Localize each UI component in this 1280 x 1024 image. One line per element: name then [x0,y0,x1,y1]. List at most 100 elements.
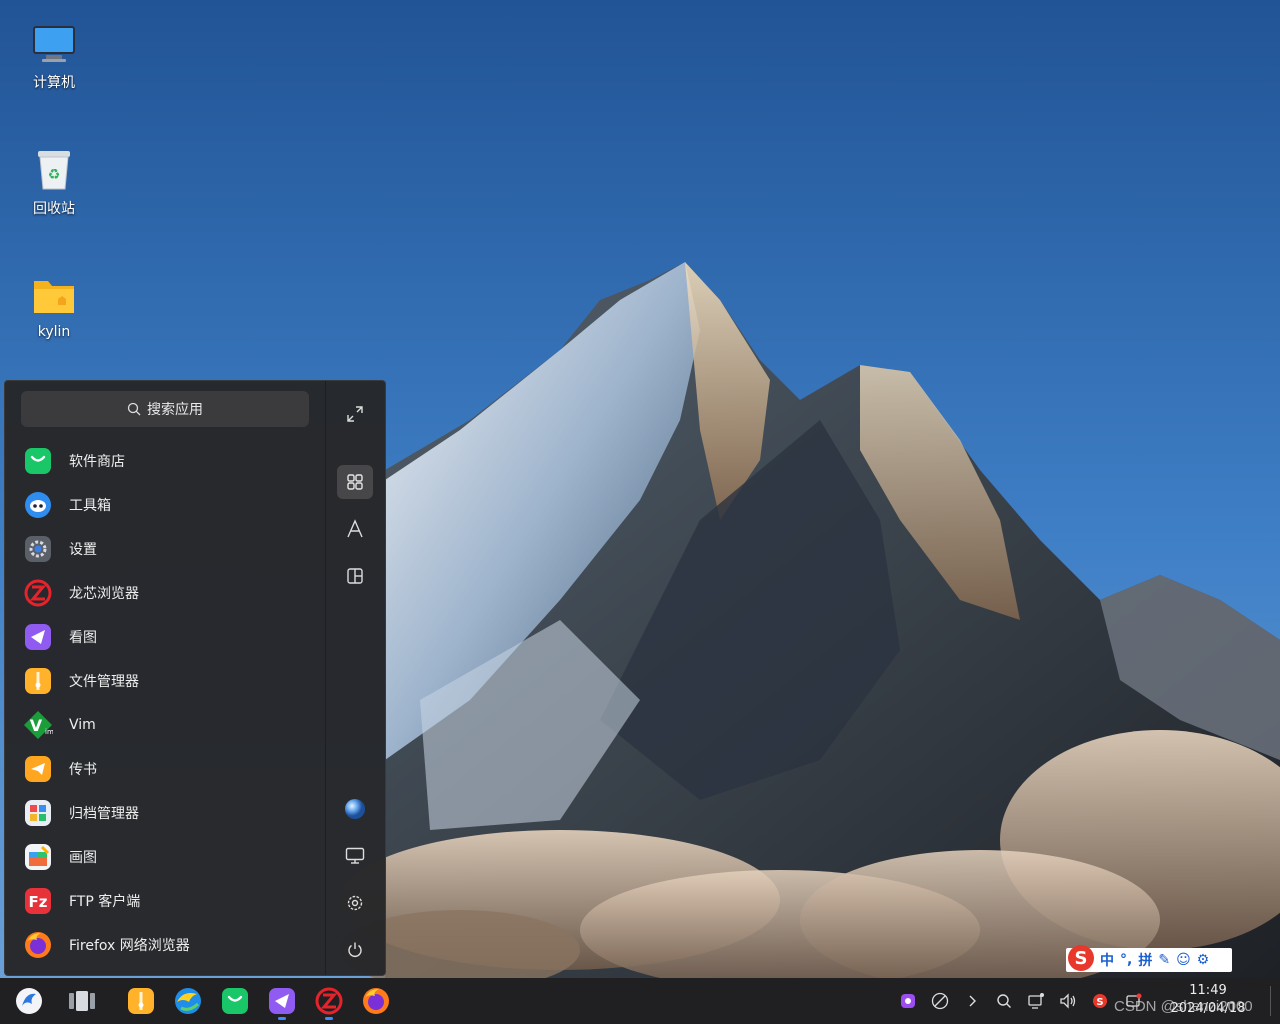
desktop-icon-recycle-bin[interactable]: ♻ 回收站 [9,146,99,218]
app-item-firefox[interactable]: Firefox 网络浏览器 [21,923,325,967]
taskbar-loongson-browser[interactable] [313,985,345,1017]
tray-expand-chevron-icon[interactable] [962,991,982,1011]
svg-text:V: V [30,716,43,735]
app-item-label: 文件管理器 [69,674,139,690]
fullscreen-button[interactable] [337,397,373,431]
software-store-icon [23,446,53,476]
taskbar-file-manager[interactable] [125,985,157,1017]
computer-button[interactable] [337,839,373,873]
power-button[interactable] [337,933,373,967]
running-indicator [325,1017,333,1020]
taskbar-browser[interactable] [172,985,204,1017]
category-icon [347,568,364,584]
paint-icon [23,842,53,872]
search-placeholder: 搜索应用 [147,402,203,418]
svg-text:Fz: Fz [29,893,48,911]
multitask-view-icon [69,991,95,1011]
settings-button[interactable] [337,886,373,920]
menu-sidebar [325,381,385,975]
input-method-toolbar: S 中 °, 拼 ✎ ☺ ⚙ [1066,945,1232,972]
image-viewer-icon [23,622,53,652]
loongson-browser-icon [315,987,343,1015]
app-item-image-viewer[interactable]: 看图 [21,615,325,659]
ime-pinyin-toggle[interactable]: 拼 [1138,950,1152,970]
start-menu-button[interactable] [13,985,45,1017]
app-item-file-transfer[interactable]: 传书 [21,747,325,791]
app-item-label: 归档管理器 [69,806,139,822]
fullscreen-icon [347,406,364,422]
ime-punctuation-toggle[interactable]: °, [1120,952,1132,968]
app-item-label: 设置 [69,542,97,558]
app-item-ftp-client[interactable]: Fz FTP 客户端 [21,879,325,923]
all-apps-icon [347,474,364,490]
sogou-logo-icon[interactable]: S [1068,945,1094,971]
toolbox-icon [23,490,53,520]
app-item-settings[interactable]: 设置 [21,527,325,571]
network-icon[interactable] [1026,991,1046,1011]
svg-text:S: S [1096,997,1103,1008]
app-item-label: 工具箱 [69,498,111,514]
software-store-icon [222,988,248,1014]
app-item-label: FTP 客户端 [69,894,141,910]
ime-mode-toggle[interactable]: 中 [1100,950,1114,970]
archive-manager-icon [23,798,53,828]
folder-icon [30,272,78,320]
sogou-ime-icon[interactable]: S [1090,991,1110,1011]
settings-icon [23,534,53,564]
image-viewer-icon [269,988,295,1014]
screenshot-icon[interactable] [898,991,918,1011]
file-transfer-icon [23,754,53,784]
app-item-file-manager[interactable]: 文件管理器 [21,659,325,703]
desktop-icon-computer[interactable]: 计算机 [9,20,99,92]
file-manager-icon [128,988,154,1014]
browser-icon [175,988,201,1014]
svg-text:im: im [45,728,53,736]
pen-icon[interactable]: ✎ [1158,952,1170,968]
search-icon[interactable] [994,991,1014,1011]
category-button[interactable] [337,559,373,593]
taskbar: S 11:49 2024/04/18 [0,978,1280,1024]
computer-icon [346,847,365,864]
desktop-icon-label: 计算机 [33,75,75,91]
user-avatar-icon [345,799,366,819]
no-signal-icon[interactable] [930,991,950,1011]
recycle-bin-icon: ♻ [30,146,78,194]
desktop-icon-label: kylin [37,324,71,340]
search-icon [127,402,141,416]
search-input[interactable]: 搜索应用 [21,391,309,427]
all-apps-button[interactable] [337,465,374,499]
gear-icon[interactable]: ⚙ [1197,952,1210,968]
letter-sort-button[interactable] [337,512,373,546]
app-item-label: Firefox 网络浏览器 [69,938,190,954]
power-icon [348,942,363,957]
letter-sort-icon [347,519,363,538]
firefox-icon [363,988,389,1014]
firefox-icon [23,930,53,960]
taskbar-image-viewer[interactable] [266,985,298,1017]
multitask-view-button[interactable] [66,985,98,1017]
app-item-vim[interactable]: Vim Vim [21,703,325,747]
skin-icon[interactable]: ☺ [1176,952,1191,968]
desktop-icon-home-folder[interactable]: kylin [9,272,99,340]
app-item-loongson-browser[interactable]: 龙芯浏览器 [21,571,325,615]
vim-icon: Vim [23,710,53,740]
app-item-paint[interactable]: 画图 [21,835,325,879]
volume-icon[interactable] [1058,991,1078,1011]
app-item-label: 看图 [69,630,97,646]
taskbar-firefox[interactable] [360,985,392,1017]
app-item-toolbox[interactable]: 工具箱 [21,483,325,527]
svg-text:♻: ♻ [48,167,61,183]
running-indicator [278,1017,286,1020]
app-item-label: Vim [69,717,96,733]
app-item-label: 软件商店 [69,454,125,470]
user-avatar-button[interactable] [337,792,373,826]
taskbar-software-store[interactable] [219,985,251,1017]
kylin-logo-icon [16,988,42,1014]
desktop-icon-label: 回收站 [33,201,75,217]
app-item-archive-manager[interactable]: 归档管理器 [21,791,325,835]
ftp-client-icon: Fz [23,886,53,916]
app-item-label: 画图 [69,850,97,866]
show-desktop-button[interactable] [1270,986,1271,1016]
app-item-software-store[interactable]: 软件商店 [21,439,325,483]
watermark: CSDN @shenzi2000 [1114,998,1253,1015]
